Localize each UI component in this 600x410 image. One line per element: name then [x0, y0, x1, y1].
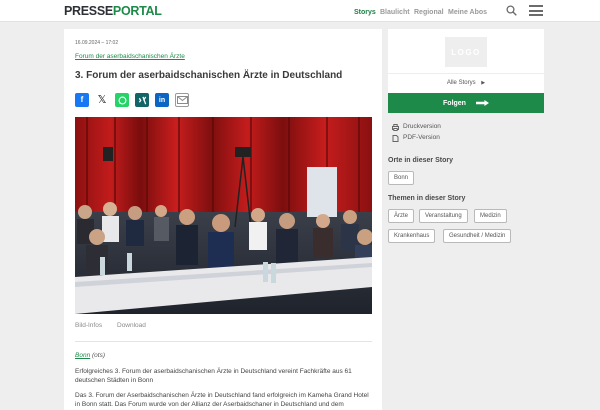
- follow-button-label: Folgen: [443, 99, 466, 107]
- divider: [388, 73, 544, 74]
- breadcrumb-newsroom-link[interactable]: Forum der aserbaidschanischen Ärzte: [75, 53, 185, 61]
- triangle-right-icon: ▶: [481, 80, 486, 86]
- article-card: 16.09.2024 – 17:02 Forum der aserbaidsch…: [64, 29, 382, 410]
- print-version-link[interactable]: Druckversion: [392, 123, 441, 131]
- all-stories-label: Alle Storys: [446, 80, 476, 86]
- image-download-link[interactable]: Download: [117, 322, 146, 330]
- logo-part-portal: PORTAL: [112, 4, 162, 18]
- divider: [75, 341, 372, 342]
- topic-tag-veranstaltung[interactable]: Veranstaltung: [419, 209, 468, 223]
- topic-tag-medizin[interactable]: Medizin: [474, 209, 507, 223]
- document-icon: [392, 134, 399, 142]
- article-title: 3. Forum der aserbaidschanischen Ärzte i…: [75, 70, 343, 81]
- logo-part-presse: PRESSE: [64, 4, 113, 18]
- topics-heading: Themen in dieser Story: [388, 195, 466, 202]
- nav-meine-abos[interactable]: Meine Abos: [448, 8, 487, 17]
- mail-icon[interactable]: [175, 93, 189, 107]
- presseportal-logo[interactable]: PRESSEPORTAL: [64, 4, 162, 18]
- topic-tag-krankenhaus[interactable]: Krankenhaus: [388, 229, 436, 243]
- search-icon[interactable]: [506, 5, 517, 16]
- arrow-right-icon: [475, 100, 489, 106]
- nav-storys[interactable]: Storys: [354, 8, 376, 17]
- follow-button[interactable]: Folgen: [388, 93, 544, 113]
- pdf-version-link[interactable]: PDF-Version: [392, 134, 440, 142]
- whatsapp-icon[interactable]: [115, 93, 129, 107]
- hamburger-menu-icon[interactable]: [529, 5, 543, 16]
- newsroom-logo-placeholder: LOGO: [445, 37, 487, 67]
- x-icon[interactable]: 𝕏: [95, 93, 109, 107]
- image-info-link[interactable]: Bild-Infos: [75, 322, 102, 330]
- places-heading: Orte in dieser Story: [388, 157, 453, 164]
- article-photo[interactable]: [75, 117, 372, 314]
- dateline-place-link[interactable]: Bonn: [75, 352, 90, 359]
- facebook-icon[interactable]: f: [75, 93, 89, 107]
- article-body-paragraph: Das 3. Forum der Aserbaidschanischen Ärz…: [75, 392, 369, 408]
- nav-blaulicht[interactable]: Blaulicht: [380, 8, 410, 17]
- nav-regional[interactable]: Regional: [414, 8, 444, 17]
- pdf-version-label: PDF-Version: [403, 134, 440, 141]
- article-lead-paragraph: Erfolgreiches 3. Forum der aserbaidschan…: [75, 368, 352, 384]
- article-date: 16.09.2024 – 17:02: [75, 40, 119, 46]
- top-navigation-bar: PRESSEPORTAL Storys Blaulicht Regional M…: [0, 0, 600, 22]
- all-stories-link[interactable]: Alle Storys ▶: [388, 79, 544, 87]
- dateline-source: (ots): [92, 352, 105, 359]
- print-version-label: Druckversion: [403, 123, 441, 130]
- linkedin-icon[interactable]: in: [155, 93, 169, 107]
- printer-icon: [392, 123, 399, 131]
- place-tag-bonn[interactable]: Bonn: [388, 171, 415, 185]
- topic-tag-gesundheit-medizin[interactable]: Gesundheit / Medizin: [443, 229, 512, 243]
- xing-icon[interactable]: [135, 93, 149, 107]
- topic-tag-aerzte[interactable]: Ärzte: [388, 209, 415, 223]
- dateline: Bonn (ots): [75, 352, 105, 360]
